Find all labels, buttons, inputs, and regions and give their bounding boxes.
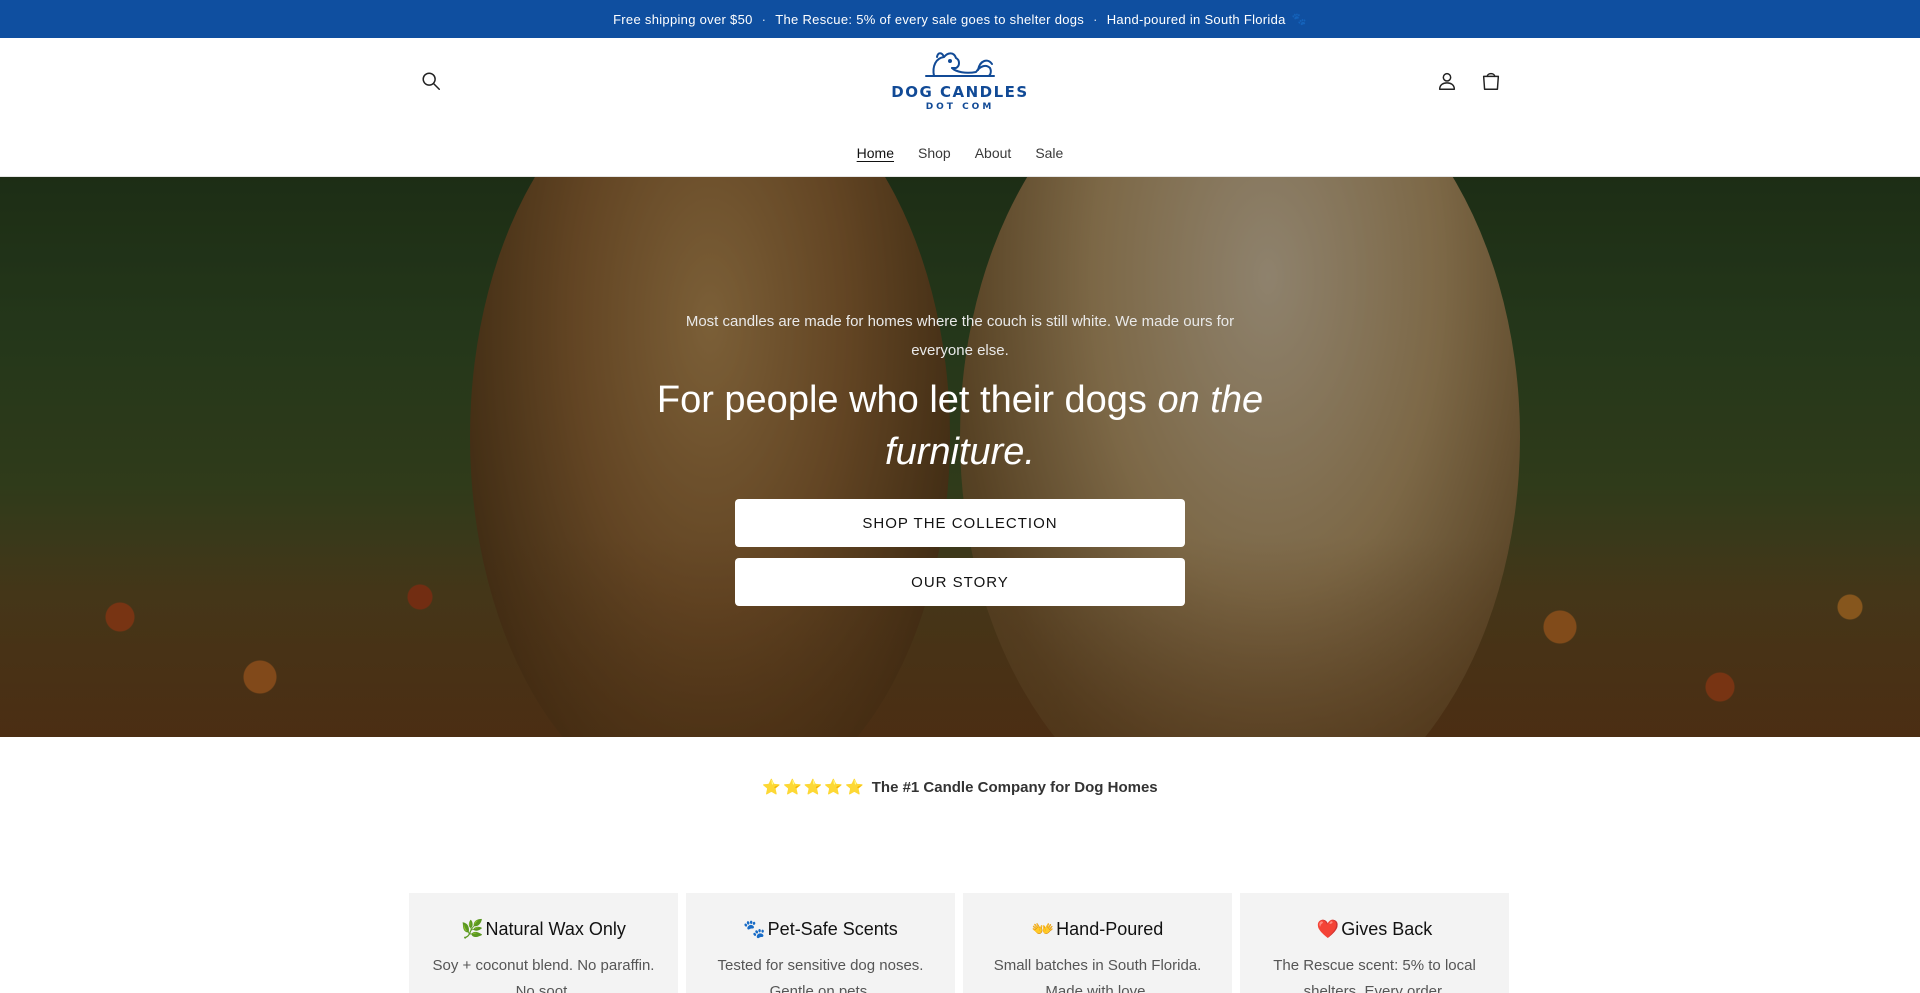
rating-banner: ⭐⭐⭐⭐⭐ The #1 Candle Company for Dog Homes — [0, 778, 1920, 796]
our-story-button[interactable]: OUR STORY — [735, 558, 1185, 606]
site-logo[interactable]: DOG CANDLES DOT COM — [880, 48, 1040, 122]
shop-collection-button[interactable]: SHOP THE COLLECTION — [735, 499, 1185, 547]
paw-icon: 🐾 — [743, 919, 766, 939]
hero-title: For people who let their dogs on the fur… — [640, 374, 1280, 478]
nav-sale[interactable]: Sale — [1035, 145, 1063, 161]
announcement-separator: · — [1093, 11, 1098, 27]
hero-content: Most candles are made for homes where th… — [0, 177, 1920, 737]
feature-description: Tested for sensitive dog noses. Gentle o… — [717, 957, 924, 993]
announcement-shipping: Free shipping over $50 — [613, 11, 753, 27]
feature-card: 🐾 Pet-Safe Scents Tested for sensitive do… — [686, 893, 955, 993]
site-header: DOG CANDLES DOT COM Home Shop About Sale — [0, 38, 1920, 177]
feature-description: Small batches in South Florida. Made wit… — [993, 957, 1202, 993]
open-hands-icon: 👐 — [1031, 919, 1055, 939]
features-row: 🌿 Natural Wax Only Soy + coconut blend. N… — [409, 893, 1511, 993]
announcement-bar: Free shipping over $50 · The Rescue: 5% … — [0, 0, 1920, 38]
nav-shop[interactable]: Shop — [918, 145, 951, 161]
search-icon — [422, 72, 440, 90]
heart-icon: ❤️ — [1316, 919, 1340, 939]
paw-icon: 🐾 — [1291, 12, 1307, 26]
feature-description: Soy + coconut blend. No paraffin. No soo… — [432, 957, 655, 993]
leaf-icon: 🌿 — [461, 919, 484, 939]
nav-home[interactable]: Home — [857, 145, 894, 161]
announcement-separator: · — [761, 11, 767, 27]
feature-card: 👐 Hand-Poured Small batches in South Flor… — [963, 893, 1232, 993]
feature-title: 👐 Hand-Poured — [963, 919, 1232, 940]
feature-title: 🌿 Natural Wax Only — [409, 919, 678, 940]
hero-banner: Most candles are made for homes where th… — [0, 177, 1920, 737]
cart-button[interactable] — [1474, 64, 1508, 98]
hero-subtitle: Most candles are made for homes where th… — [685, 313, 1235, 359]
search-button[interactable] — [414, 64, 448, 98]
logo-subline: DOT COM — [925, 102, 995, 112]
announcement-hand-poured: Hand-poured in South Florida — [1106, 11, 1286, 27]
feature-card: ❤️ Gives Back The Rescue scent: 5% to loc… — [1240, 893, 1509, 993]
account-icon — [1438, 72, 1456, 90]
feature-title-text: Hand-Poured — [1056, 919, 1164, 939]
rating-text: The #1 Candle Company for Dog Homes — [871, 779, 1158, 796]
main-nav: Home Shop About Sale — [0, 145, 1920, 161]
nav-about[interactable]: About — [975, 145, 1012, 161]
feature-description: The Rescue scent: 5% to local shelters. … — [1273, 957, 1476, 993]
feature-title-text: Natural Wax Only — [485, 919, 626, 939]
logo-wordmark: DOG CANDLES — [891, 83, 1029, 101]
dog-logo-icon — [925, 52, 995, 77]
feature-title: 🐾 Pet-Safe Scents — [686, 919, 955, 940]
hero-title-main: For people who let their dogs — [656, 379, 1158, 421]
account-button[interactable] — [1430, 64, 1464, 98]
feature-title: ❤️ Gives Back — [1240, 919, 1509, 940]
cart-icon — [1482, 72, 1500, 90]
feature-title-text: Pet-Safe Scents — [767, 919, 898, 939]
announcement-rescue: The Rescue: 5% of every sale goes to she… — [775, 11, 1085, 27]
star-rating-icon: ⭐⭐⭐⭐⭐ — [762, 779, 866, 796]
feature-card: 🌿 Natural Wax Only Soy + coconut blend. N… — [409, 893, 678, 993]
feature-title-text: Gives Back — [1341, 919, 1433, 939]
